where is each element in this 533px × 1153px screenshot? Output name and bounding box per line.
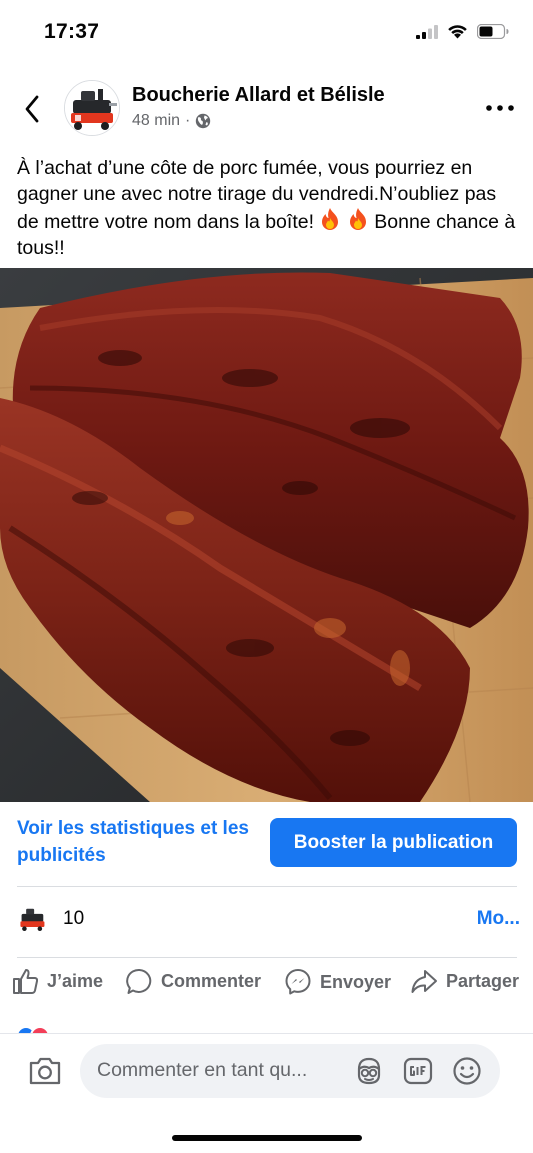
like-button[interactable]: J’aime: [12, 968, 103, 995]
comment-composer: Commenter en tant qu...: [0, 1034, 533, 1153]
send-button[interactable]: Envoyer: [284, 968, 391, 996]
page-avatar[interactable]: [64, 80, 120, 136]
reactions-row: 10 Mo...: [0, 897, 533, 943]
share-button[interactable]: Partager: [410, 968, 519, 995]
smoker-logo-icon: [17, 903, 49, 935]
post-text: À l’achat d’une côte de porc fumée, vous…: [17, 155, 522, 261]
comment-label: Commenter: [161, 971, 262, 991]
reaction-summary-peek: [16, 1026, 50, 1034]
messenger-icon: [285, 969, 311, 995]
avatar-sticker-button[interactable]: [354, 1056, 384, 1086]
fire-emoji: [349, 208, 366, 230]
reactor-avatar[interactable]: [17, 903, 49, 935]
status-time: 17:37: [44, 20, 100, 43]
camera-button[interactable]: [28, 1056, 62, 1086]
like-label: J’aime: [47, 971, 104, 991]
post-actions: J’aime Commenter Envoyer Partager: [0, 964, 533, 1004]
ribs-photo: [0, 268, 533, 802]
share-arrow-icon: [411, 970, 437, 993]
divider: [17, 886, 517, 887]
avatar-sticker-icon: [357, 1057, 381, 1085]
post-header: Boucherie Allard et Bélisle 48 min ·: [0, 78, 533, 140]
thumbs-up-icon: [13, 969, 39, 994]
globe-icon: [196, 113, 211, 129]
send-label: Envoyer: [320, 971, 392, 992]
status-bar: 17:37: [0, 0, 533, 64]
comment-button[interactable]: Commenter: [126, 968, 261, 995]
camera-icon: [29, 1057, 61, 1085]
wifi-icon: [448, 25, 467, 39]
back-button[interactable]: [18, 92, 46, 126]
fire-emoji: [322, 208, 339, 230]
battery-icon: [477, 24, 509, 39]
smoker-logo-icon: [65, 81, 119, 135]
emoji-icon: [453, 1057, 481, 1085]
post-meta: 48 min ·: [132, 112, 211, 130]
post-image[interactable]: [0, 268, 533, 802]
gif-button[interactable]: [403, 1056, 433, 1086]
comment-bubble-icon: [126, 968, 152, 994]
page-name[interactable]: Boucherie Allard et Bélisle: [132, 84, 385, 107]
post-time: 48 min: [132, 112, 181, 129]
ellipsis-icon: [486, 105, 514, 111]
boost-post-button[interactable]: Booster la publication: [270, 818, 517, 867]
status-icons: [416, 24, 509, 39]
home-indicator: [172, 1135, 362, 1141]
emoji-button[interactable]: [452, 1056, 482, 1086]
share-label: Partager: [446, 971, 520, 991]
reaction-count[interactable]: 10: [63, 908, 84, 930]
view-insights-link[interactable]: Voir les statistiques et les publicités: [17, 815, 257, 869]
chevron-left-icon: [25, 95, 39, 123]
meta-separator: ·: [185, 112, 191, 129]
cellular-signal-icon: [416, 24, 438, 39]
post-options-button[interactable]: [485, 98, 515, 118]
love-reaction-icon: [30, 1026, 50, 1034]
comment-input[interactable]: Commenter en tant qu...: [80, 1044, 500, 1098]
gif-icon: [403, 1057, 433, 1085]
comment-placeholder: Commenter en tant qu...: [97, 1059, 308, 1081]
more-link[interactable]: Mo...: [477, 908, 520, 930]
divider: [17, 957, 517, 958]
